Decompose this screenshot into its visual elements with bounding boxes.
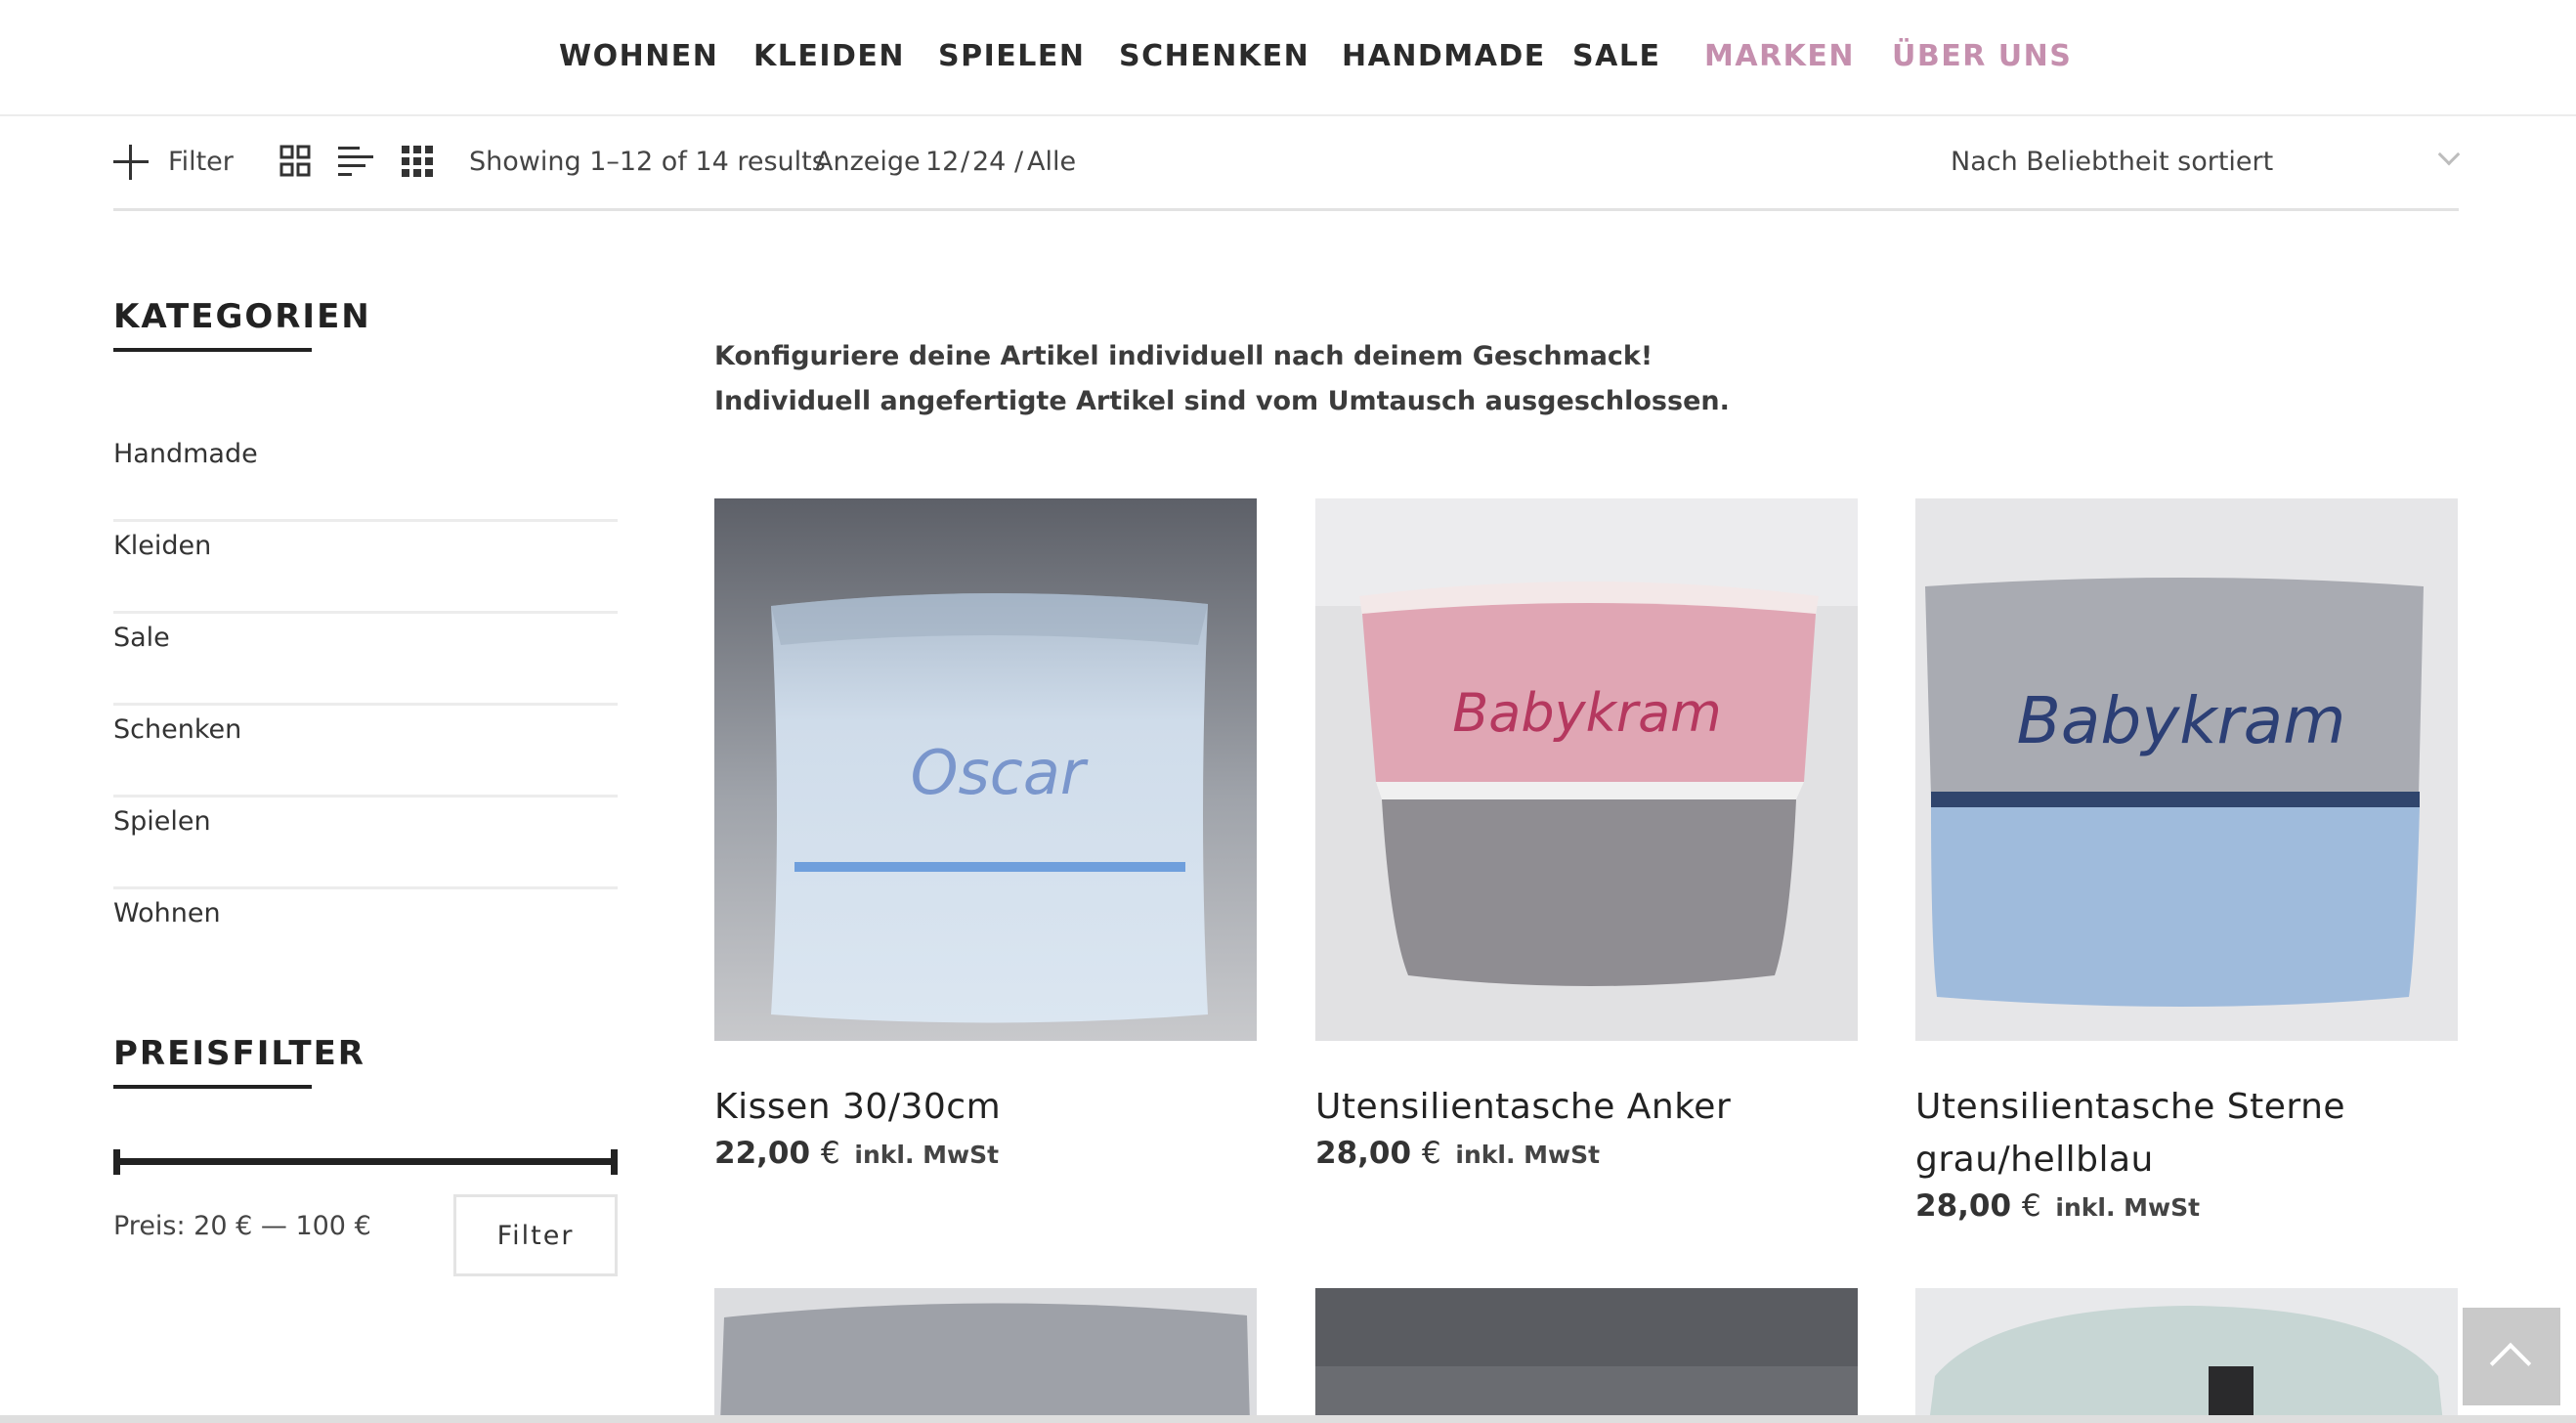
shop-toolbar: Filter Showing 1–12 of 14 results Anzeig… bbox=[113, 137, 2461, 211]
nav-item-kleiden[interactable]: KLEIDEN bbox=[753, 39, 905, 74]
price-range-min-handle[interactable] bbox=[113, 1149, 120, 1175]
nav-item-wohnen[interactable]: WOHNEN bbox=[559, 39, 718, 74]
grid-small-icon[interactable] bbox=[401, 145, 434, 178]
product-name[interactable]: Utensilientasche Sterne grau/hellblau bbox=[1915, 1081, 2463, 1186]
shop-intro: Konfiguriere deine Artikel individuell n… bbox=[714, 334, 1730, 424]
plus-icon[interactable] bbox=[113, 145, 149, 180]
heading-underline bbox=[113, 348, 312, 352]
price-value: 22,00 bbox=[714, 1136, 811, 1171]
embroidery-babykram: Babykram bbox=[1452, 682, 1722, 744]
filter-toggle[interactable]: Filter bbox=[168, 146, 234, 179]
per-page-separator: / bbox=[961, 147, 970, 177]
nav-item-sale[interactable]: SALE bbox=[1572, 39, 1660, 74]
per-page-label: Anzeige bbox=[815, 147, 921, 177]
category-list: Handmade Kleiden Sale Schenken Spielen W… bbox=[113, 430, 618, 981]
price-currency: € bbox=[1421, 1136, 1441, 1171]
product-image[interactable]: Oscar bbox=[714, 498, 1257, 1041]
heading-underline bbox=[113, 1085, 312, 1089]
price-filter-button[interactable]: Filter bbox=[453, 1194, 618, 1276]
category-item-kleiden[interactable]: Kleiden bbox=[113, 522, 618, 614]
category-item-handmade[interactable]: Handmade bbox=[113, 430, 618, 522]
product-price: 28,00 € inkl. MwSt bbox=[1915, 1186, 2200, 1228]
product-image-partial[interactable] bbox=[714, 1288, 1257, 1423]
per-page-option-all-label: Alle bbox=[1027, 147, 1077, 177]
intro-line-1: Konfiguriere deine Artikel individuell n… bbox=[714, 341, 1653, 371]
categories-heading-text: KATEGORIEN bbox=[113, 297, 371, 336]
list-icon[interactable] bbox=[338, 145, 373, 178]
sort-dropdown-value: Nach Beliebtheit sortiert bbox=[1951, 147, 2274, 177]
price-range-track bbox=[113, 1158, 618, 1165]
categories-heading: KATEGORIEN bbox=[113, 297, 371, 352]
per-page-separator: / bbox=[1014, 147, 1024, 177]
price-filter-heading: PREISFILTER bbox=[113, 1034, 365, 1089]
price-value: 28,00 bbox=[1915, 1188, 2012, 1224]
price-currency: € bbox=[820, 1136, 840, 1171]
product-name[interactable]: Utensilientasche Anker bbox=[1315, 1081, 1863, 1134]
price-tax-note: inkl. MwSt bbox=[1455, 1141, 1601, 1169]
price-currency: € bbox=[2021, 1188, 2041, 1224]
price-tax-note: inkl. MwSt bbox=[854, 1141, 1000, 1169]
product-price: 28,00 € inkl. MwSt bbox=[1315, 1134, 1600, 1175]
nav-item-marken[interactable]: MARKEN bbox=[1704, 39, 1855, 74]
scroll-to-top-button[interactable] bbox=[2463, 1308, 2560, 1405]
price-filter-heading-text: PREISFILTER bbox=[113, 1034, 365, 1073]
price-range-label: Preis: 20 € — 100 € bbox=[113, 1211, 371, 1241]
category-item-sale[interactable]: Sale bbox=[113, 614, 618, 706]
category-item-spielen[interactable]: Spielen bbox=[113, 798, 618, 889]
per-page-option-24-label: 24 bbox=[972, 147, 1007, 177]
product-image[interactable]: Babykram bbox=[1315, 498, 1858, 1041]
price-value: 28,00 bbox=[1315, 1136, 1412, 1171]
nav-item-handmade[interactable]: HANDMADE bbox=[1342, 39, 1546, 74]
nav-item-ueber-uns[interactable]: ÜBER UNS bbox=[1892, 39, 2072, 74]
intro-line-2: Individuell angefertigte Artikel sind vo… bbox=[714, 386, 1730, 416]
results-count: Showing 1–12 of 14 results bbox=[469, 147, 826, 177]
grid-large-icon[interactable] bbox=[279, 145, 311, 178]
category-item-schenken[interactable]: Schenken bbox=[113, 706, 618, 798]
per-page-option-all[interactable]: Alle bbox=[1027, 146, 1076, 179]
chevron-down-icon bbox=[2437, 143, 2461, 166]
embroidery-oscar: Oscar bbox=[911, 737, 1089, 808]
price-tax-note: inkl. MwSt bbox=[2055, 1193, 2201, 1222]
product-name[interactable]: Kissen 30/30cm bbox=[714, 1081, 1262, 1134]
product-image-partial[interactable] bbox=[1315, 1288, 1858, 1423]
product-image-partial[interactable] bbox=[1915, 1288, 2458, 1423]
main-navigation: WOHNEN KLEIDEN SPIELEN SCHENKEN HANDMADE… bbox=[0, 0, 2576, 116]
sort-dropdown[interactable]: Nach Beliebtheit sortiert bbox=[1935, 137, 2461, 188]
nav-item-schenken[interactable]: SCHENKEN bbox=[1119, 39, 1309, 74]
product-price: 22,00 € inkl. MwSt bbox=[714, 1134, 999, 1175]
per-page-option-12[interactable]: 12 bbox=[925, 146, 959, 179]
per-page-option-24[interactable]: 24 bbox=[972, 146, 1006, 179]
category-item-wohnen[interactable]: Wohnen bbox=[113, 889, 618, 981]
product-image[interactable]: Babykram bbox=[1915, 498, 2458, 1041]
horizontal-scrollbar[interactable] bbox=[0, 1415, 2576, 1423]
nav-item-spielen[interactable]: SPIELEN bbox=[938, 39, 1085, 74]
price-range-max-handle[interactable] bbox=[611, 1149, 618, 1175]
chevron-up-icon bbox=[2489, 1342, 2532, 1385]
price-range-slider[interactable] bbox=[113, 1149, 618, 1175]
embroidery-babykram: Babykram bbox=[2017, 683, 2346, 758]
